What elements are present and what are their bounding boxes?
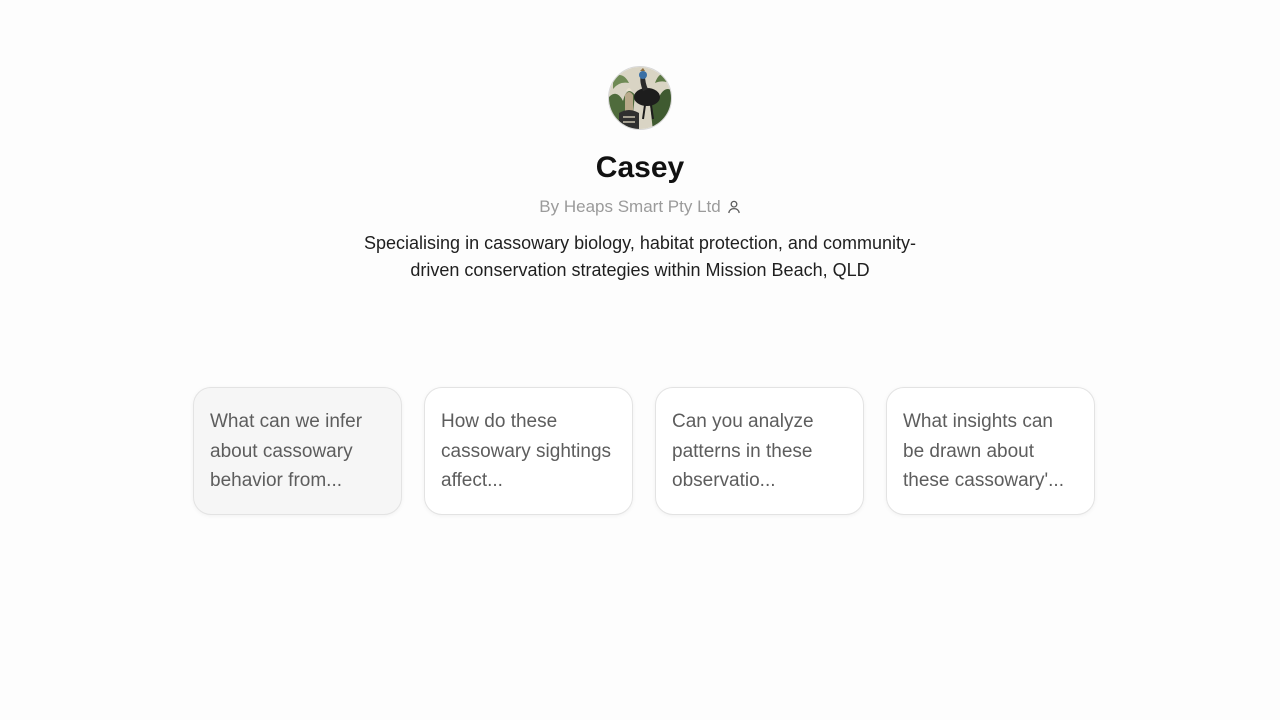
starter-text: How do these cassowary sightings affect.…	[441, 411, 612, 491]
gpt-landing-page: Casey By Heaps Smart Pty Ltd Specialisin…	[0, 0, 1280, 720]
gpt-description: Specialising in cassowary biology, habit…	[364, 233, 916, 280]
person-icon	[727, 200, 740, 214]
conversation-starters: What can we infer about cassowary behavi…	[193, 387, 1095, 515]
author-byline[interactable]: By Heaps Smart Pty Ltd	[539, 196, 740, 218]
gpt-header: Casey By Heaps Smart Pty Ltd Specialisin…	[0, 66, 1280, 283]
cassowary-avatar-icon	[609, 67, 671, 129]
author-name: By Heaps Smart Pty Ltd	[539, 197, 721, 216]
starter-card[interactable]: How do these cassowary sightings affect.…	[424, 387, 633, 515]
starter-text: Can you analyze patterns in these observ…	[672, 411, 814, 491]
starter-card[interactable]: What insights can be drawn about these c…	[886, 387, 1095, 515]
starter-card[interactable]: Can you analyze patterns in these observ…	[655, 387, 864, 515]
starter-text: What insights can be drawn about these c…	[903, 411, 1064, 491]
starter-text: What can we infer about cassowary behavi…	[210, 411, 363, 491]
gpt-title: Casey	[595, 151, 685, 184]
starter-card[interactable]: What can we infer about cassowary behavi…	[193, 387, 402, 515]
gpt-avatar	[608, 66, 672, 130]
